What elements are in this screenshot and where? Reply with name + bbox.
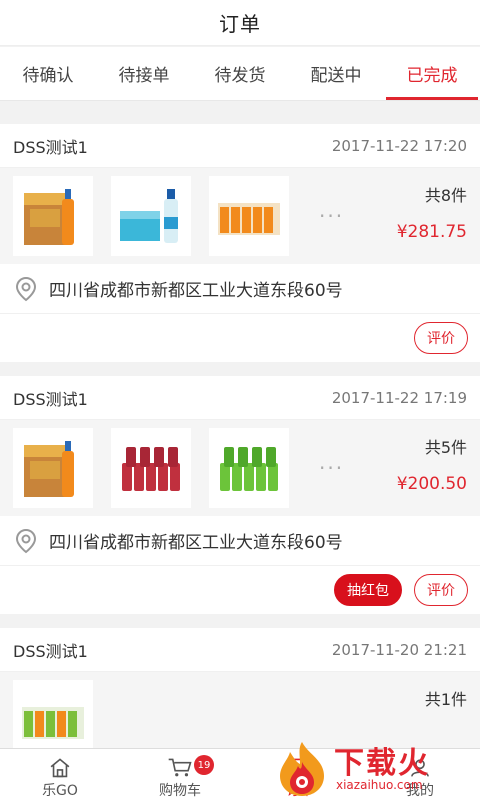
tab-pending-confirm[interactable]: 待确认 <box>0 47 96 100</box>
product-thumb <box>111 428 191 508</box>
watermark-url: xiazaihuo.com <box>336 778 423 792</box>
review-button[interactable]: 评价 <box>414 322 468 354</box>
tab-pending-ship[interactable]: 待发货 <box>192 47 288 100</box>
order-summary: 共5件 ¥200.50 <box>397 434 467 494</box>
location-pin-icon <box>15 528 37 553</box>
flame-logo-icon <box>280 742 324 796</box>
product-thumb <box>209 428 289 508</box>
product-thumb <box>13 428 93 508</box>
order-header: DSS测试1 2017-11-22 17:20 <box>0 124 480 168</box>
order-summary: 共1件 <box>425 686 467 726</box>
home-icon <box>50 758 70 778</box>
delivery-address: 四川省成都市新都区工业大道东段60号 <box>0 516 480 566</box>
item-count: 共8件 <box>424 186 467 205</box>
juice-pack-product-icon <box>218 203 280 235</box>
order-header: DSS测试1 2017-11-22 17:19 <box>0 376 480 420</box>
product-thumb <box>111 176 191 256</box>
nav-cart-label: 购物车 <box>159 783 201 799</box>
order-card[interactable]: DSS测试1 2017-11-22 17:20 ··· 共8件 ¥281.75 … <box>0 124 480 362</box>
address-text: 四川省成都市新都区工业大道东段60号 <box>49 281 343 301</box>
nav-home[interactable]: 乐GO <box>0 749 120 800</box>
product-thumb <box>209 176 289 256</box>
order-goods[interactable]: ··· 共8件 ¥281.75 <box>0 168 480 264</box>
product-thumb <box>13 176 93 256</box>
store-name: DSS测试1 <box>13 641 88 661</box>
order-status-tabs: 待确认 待接单 待发货 配送中 已完成 <box>0 47 480 101</box>
green-bottles-product-icon <box>220 447 278 491</box>
item-count: 共5件 <box>424 438 467 457</box>
order-price: ¥200.50 <box>396 474 467 494</box>
tab-pending-accept[interactable]: 待接单 <box>96 47 192 100</box>
delivery-address: 四川省成都市新都区工业大道东段60号 <box>0 264 480 314</box>
order-list: DSS测试1 2017-11-22 17:20 ··· 共8件 ¥281.75 … <box>0 124 480 782</box>
more-products-icon: ··· <box>319 204 345 228</box>
order-price: ¥281.75 <box>396 222 467 242</box>
page-title: 订单 <box>219 12 261 36</box>
juice-box-product-icon <box>24 189 74 245</box>
more-products-icon: ··· <box>319 456 345 480</box>
store-name: DSS测试1 <box>13 389 88 409</box>
top-bar: 订单 <box>0 0 480 46</box>
cart-badge: 19 <box>194 755 214 775</box>
tab-delivering[interactable]: 配送中 <box>288 47 384 100</box>
tab-completed[interactable]: 已完成 <box>384 47 480 100</box>
order-actions: 抽红包 评价 <box>0 566 480 614</box>
nav-cart[interactable]: 19 购物车 <box>120 749 240 800</box>
address-text: 四川省成都市新都区工业大道东段60号 <box>49 533 343 553</box>
order-header: DSS测试1 2017-11-20 21:21 <box>0 628 480 672</box>
store-name: DSS测试1 <box>13 137 88 157</box>
milk-drink-product-icon <box>120 189 178 243</box>
order-actions: 评价 <box>0 314 480 362</box>
red-packet-button[interactable]: 抽红包 <box>334 574 402 606</box>
item-count: 共1件 <box>424 690 467 709</box>
order-card[interactable]: DSS测试1 2017-11-22 17:19 ··· 共5件 ¥200.50 … <box>0 376 480 614</box>
order-goods[interactable]: ··· 共5件 ¥200.50 <box>0 420 480 516</box>
watermark-logo: 下载火 xiazaihuo.com <box>274 738 474 800</box>
watermark-text: 下载火 <box>334 746 430 781</box>
review-button[interactable]: 评价 <box>414 574 468 606</box>
order-summary: 共8件 ¥281.75 <box>397 182 467 242</box>
nav-home-label: 乐GO <box>42 783 78 799</box>
location-pin-icon <box>15 276 37 301</box>
juice-pack-product-icon <box>22 707 84 739</box>
juice-box-product-icon <box>24 441 74 497</box>
red-bottles-product-icon <box>122 447 180 491</box>
order-time: 2017-11-22 17:20 <box>331 136 467 155</box>
order-time: 2017-11-20 21:21 <box>331 640 467 659</box>
cart-icon <box>168 758 192 777</box>
order-time: 2017-11-22 17:19 <box>331 388 467 407</box>
